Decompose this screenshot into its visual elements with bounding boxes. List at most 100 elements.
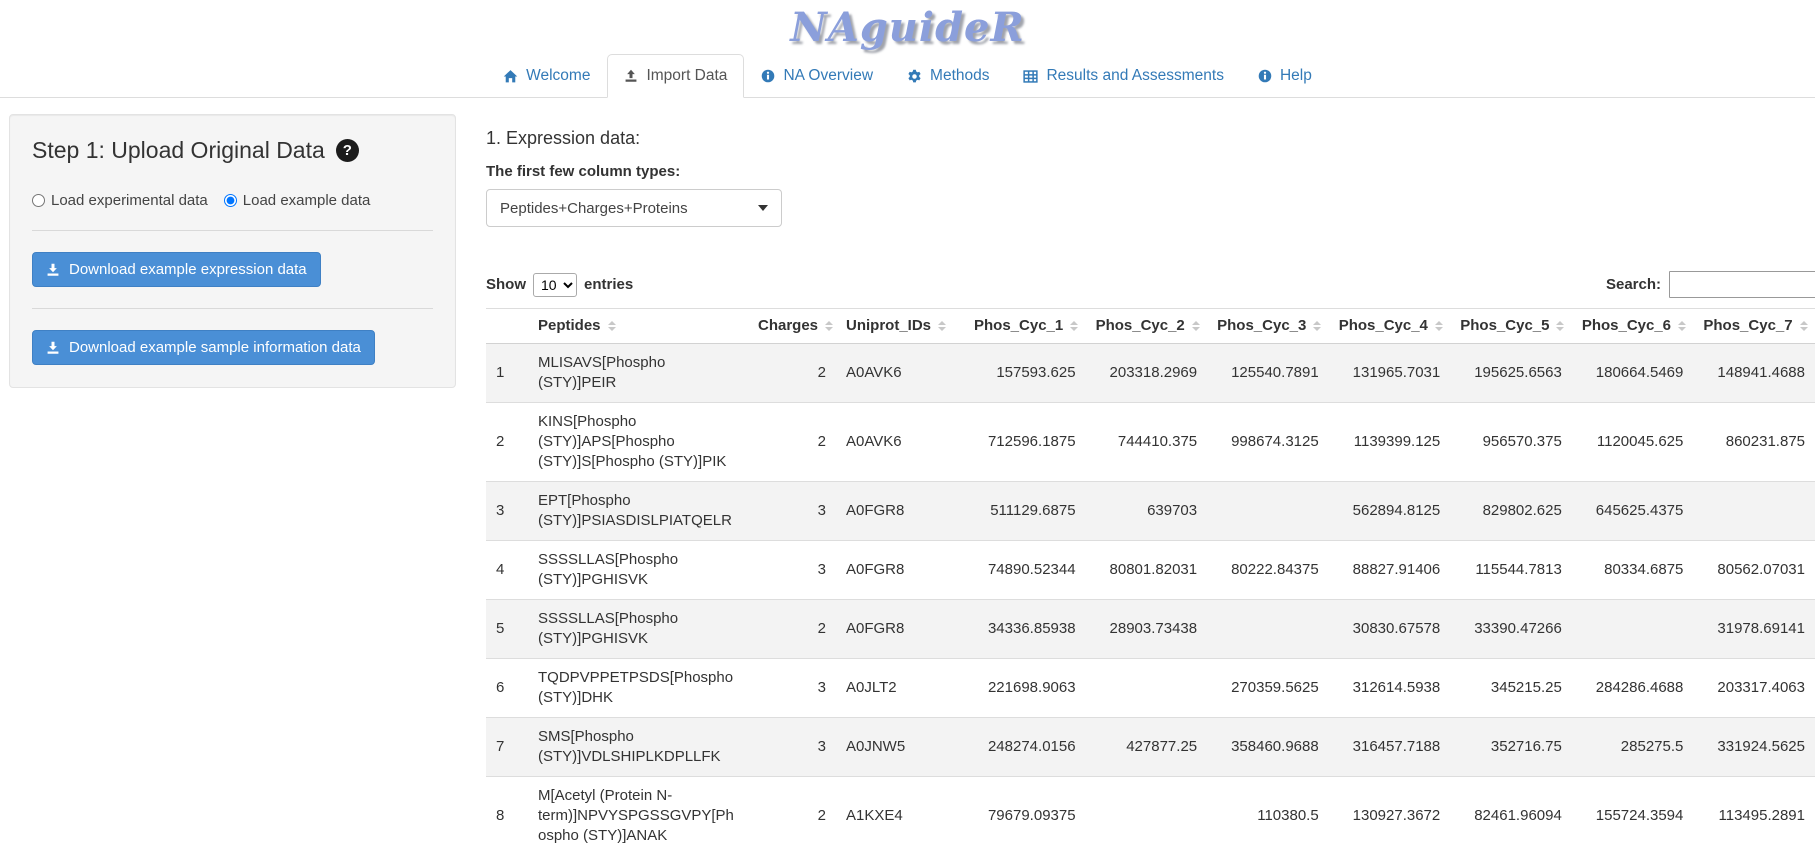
uniprot-cell: A0JLT2 <box>836 659 964 718</box>
expression-value-cell: 203317.4063 <box>1693 659 1815 718</box>
column-header[interactable]: Phos_Cyc_5 <box>1450 309 1572 344</box>
expression-value-cell: 155724.3594 <box>1572 777 1694 855</box>
question-circle-icon[interactable]: ? <box>336 139 359 162</box>
column-header[interactable]: Phos_Cyc_4 <box>1329 309 1451 344</box>
expression-value-cell: 562894.8125 <box>1329 482 1451 541</box>
search-input[interactable] <box>1669 271 1815 298</box>
expression-value-cell: 345215.25 <box>1450 659 1572 718</box>
tab-label: Results and Assessments <box>1046 67 1223 85</box>
expression-value-cell <box>1207 600 1329 659</box>
expression-value-cell: 284286.4688 <box>1572 659 1694 718</box>
column-header[interactable]: Phos_Cyc_7 <box>1693 309 1815 344</box>
tab-label: Import Data <box>646 67 727 85</box>
sort-arrows-icon <box>825 321 833 331</box>
expression-value-cell: 1120045.625 <box>1572 403 1694 482</box>
expression-value-cell: 131965.7031 <box>1329 344 1451 403</box>
info-circle-icon <box>1258 69 1272 83</box>
table-row: 8M[Acetyl (Protein N-term)]NPVYSPGSSGVPY… <box>486 777 1815 855</box>
radio-load-experimental[interactable]: Load experimental data <box>32 192 208 209</box>
charges-cell: 2 <box>748 777 836 855</box>
table-row: 7SMS[Phospho (STY)]VDLSHIPLKDPLLFK3A0JNW… <box>486 718 1815 777</box>
table-header-row: PeptidesChargesUniprot_IDsPhos_Cyc_1Phos… <box>486 309 1815 344</box>
radio-load-example[interactable]: Load example data <box>224 192 371 209</box>
tab-import-data[interactable]: Import Data <box>607 54 744 98</box>
uniprot-cell: A1KXE4 <box>836 777 964 855</box>
download-sample-info-button[interactable]: Download example sample information data <box>32 330 375 365</box>
charges-cell: 2 <box>748 403 836 482</box>
expression-value-cell: 312614.5938 <box>1329 659 1451 718</box>
app-logo: NAguideR <box>0 0 1815 51</box>
upload-panel: Step 1: Upload Original Data ? Load expe… <box>9 114 456 388</box>
tab-help[interactable]: Help <box>1241 54 1329 98</box>
sort-arrows-icon <box>608 321 616 331</box>
expression-value-cell: 28903.73438 <box>1086 600 1208 659</box>
expression-value-cell: 34336.85938 <box>964 600 1086 659</box>
tab-na-overview[interactable]: NA Overview <box>744 54 890 98</box>
info-circle-icon <box>761 69 775 83</box>
row-index-cell: 8 <box>486 777 528 855</box>
column-header[interactable]: Charges <box>748 309 836 344</box>
sort-arrows-icon <box>938 321 946 331</box>
column-types-select[interactable]: Peptides+Charges+Proteins <box>486 189 782 227</box>
expression-value-cell: 998674.3125 <box>1207 403 1329 482</box>
column-header[interactable]: Uniprot_IDs <box>836 309 964 344</box>
panel-title-text: Step 1: Upload Original Data <box>32 137 325 164</box>
uniprot-cell: A0FGR8 <box>836 482 964 541</box>
charges-cell: 2 <box>748 344 836 403</box>
row-index-cell: 2 <box>486 403 528 482</box>
column-header[interactable]: Phos_Cyc_3 <box>1207 309 1329 344</box>
column-header[interactable]: Phos_Cyc_1 <box>964 309 1086 344</box>
table-row: 4SSSSLLAS[Phospho (STY)]PGHISVK3A0FGR874… <box>486 541 1815 600</box>
column-header[interactable]: Peptides <box>528 309 748 344</box>
expression-value-cell: 248274.0156 <box>964 718 1086 777</box>
upload-icon <box>624 69 638 83</box>
page-length-select[interactable]: 10 <box>533 273 577 297</box>
main-content: 1. Expression data: The first few column… <box>486 114 1815 855</box>
section-title: 1. Expression data: <box>486 128 1815 149</box>
download-expression-button[interactable]: Download example expression data <box>32 252 321 287</box>
chevron-down-icon <box>758 205 768 211</box>
divider <box>32 308 433 309</box>
expression-value-cell <box>1207 482 1329 541</box>
expression-value-cell: 80801.82031 <box>1086 541 1208 600</box>
tab-label: Welcome <box>526 67 590 85</box>
radio-label: Load experimental data <box>51 192 208 209</box>
tab-welcome[interactable]: Welcome <box>486 54 607 98</box>
tab-results-assessments[interactable]: Results and Assessments <box>1006 54 1240 98</box>
row-index-cell: 7 <box>486 718 528 777</box>
page-length-control: Show 10 entries <box>486 273 633 297</box>
column-header[interactable]: Phos_Cyc_2 <box>1086 309 1208 344</box>
expression-value-cell: 860231.875 <box>1693 403 1815 482</box>
expression-value-cell: 82461.96094 <box>1450 777 1572 855</box>
table-icon <box>1023 69 1038 84</box>
peptide-cell: KINS[Phospho (STY)]APS[Phospho (STY)]S[P… <box>528 403 748 482</box>
gears-icon <box>907 69 922 84</box>
expression-value-cell: 110380.5 <box>1207 777 1329 855</box>
expression-value-cell: 427877.25 <box>1086 718 1208 777</box>
expression-value-cell: 639703 <box>1086 482 1208 541</box>
radio-input-experimental[interactable] <box>32 194 45 207</box>
table-row: 5SSSSLLAS[Phospho (STY)]PGHISVK2A0FGR834… <box>486 600 1815 659</box>
tab-label: Help <box>1280 67 1312 85</box>
expression-value-cell: 645625.4375 <box>1572 482 1694 541</box>
peptide-cell: M[Acetyl (Protein N-term)]NPVYSPGSSGVPY[… <box>528 777 748 855</box>
column-header[interactable]: Phos_Cyc_6 <box>1572 309 1694 344</box>
sort-arrows-icon <box>1313 321 1321 331</box>
charges-cell: 3 <box>748 482 836 541</box>
peptide-cell: SSSSLLAS[Phospho (STY)]PGHISVK <box>528 541 748 600</box>
tab-methods[interactable]: Methods <box>890 54 1006 98</box>
button-label: Download example expression data <box>69 261 307 278</box>
expression-value-cell: 956570.375 <box>1450 403 1572 482</box>
expression-value-cell: 74890.52344 <box>964 541 1086 600</box>
divider <box>32 230 433 231</box>
table-row: 1MLISAVS[Phospho (STY)]PEIR2A0AVK6157593… <box>486 344 1815 403</box>
expression-value-cell: 148941.4688 <box>1693 344 1815 403</box>
expression-value-cell: 511129.6875 <box>964 482 1086 541</box>
expression-value-cell: 88827.91406 <box>1329 541 1451 600</box>
tab-label: NA Overview <box>783 67 873 85</box>
expression-value-cell <box>1693 482 1815 541</box>
expression-value-cell: 30830.67578 <box>1329 600 1451 659</box>
radio-input-example[interactable] <box>224 194 237 207</box>
charges-cell: 3 <box>748 541 836 600</box>
expression-value-cell: 80222.84375 <box>1207 541 1329 600</box>
